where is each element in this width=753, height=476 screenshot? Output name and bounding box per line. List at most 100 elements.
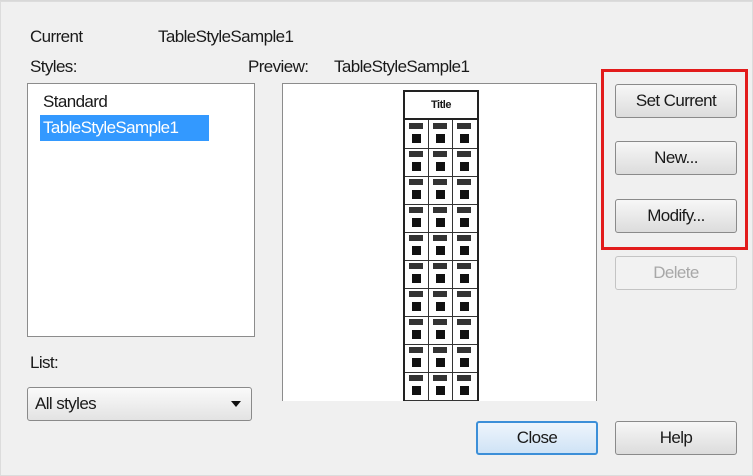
delete-button[interactable]: Delete	[615, 256, 737, 290]
preview-cell-data-mark	[436, 190, 445, 199]
preview-table-cell	[405, 260, 429, 288]
preview-table-cell	[429, 344, 453, 372]
preview-cell-header-mark	[457, 123, 471, 129]
preview-cell-data-mark	[436, 218, 445, 227]
styles-label: Styles:	[30, 57, 77, 76]
preview-cell-data-mark	[412, 190, 421, 199]
preview-table-row	[405, 204, 477, 233]
preview-cell-header-mark	[457, 151, 471, 157]
preview-cell-data-mark	[436, 330, 445, 339]
new-button[interactable]: New...	[615, 141, 737, 175]
preview-table-cell	[453, 176, 477, 204]
preview-cell-data-mark	[436, 302, 445, 311]
preview-cell-data-mark	[460, 302, 469, 311]
preview-cell-header-mark	[457, 179, 471, 185]
set-current-button[interactable]: Set Current	[615, 84, 737, 118]
preview-table-cell	[405, 288, 429, 316]
help-button[interactable]: Help	[615, 421, 737, 455]
preview-cell-data-mark	[460, 386, 469, 395]
preview-cell-data-mark	[436, 358, 445, 367]
preview-cell-header-mark	[409, 235, 423, 241]
preview-cell-data-mark	[412, 218, 421, 227]
style-item-standard[interactable]: Standard	[40, 89, 110, 115]
preview-cell-header-mark	[409, 151, 423, 157]
preview-cell-header-mark	[433, 151, 447, 157]
preview-cell-data-mark	[460, 274, 469, 283]
preview-table-cell	[453, 148, 477, 176]
preview-table-cell	[405, 176, 429, 204]
preview-cell-data-mark	[436, 134, 445, 143]
preview-table-row	[405, 148, 477, 177]
preview-cell-data-mark	[436, 246, 445, 255]
preview-table-cell	[453, 316, 477, 344]
modify-button[interactable]: Modify...	[615, 199, 737, 233]
preview-style-name: TableStyleSample1	[334, 57, 470, 76]
preview-cell-data-mark	[460, 218, 469, 227]
list-filter-dropdown[interactable]: All styles	[27, 387, 252, 421]
preview-table-cell	[453, 204, 477, 232]
preview-cell-header-mark	[409, 123, 423, 129]
preview-cell-header-mark	[409, 291, 423, 297]
preview-table-row	[405, 288, 477, 317]
preview-table-cell	[405, 316, 429, 344]
preview-cell-data-mark	[412, 274, 421, 283]
preview-table-cell	[405, 148, 429, 176]
preview-cell-data-mark	[436, 274, 445, 283]
style-item-tablestylesample1[interactable]: TableStyleSample1	[40, 115, 209, 141]
preview-table-cell	[429, 204, 453, 232]
preview-table: Title	[403, 90, 479, 401]
preview-table-row	[405, 344, 477, 373]
preview-cell-header-mark	[457, 235, 471, 241]
current-style-value: TableStyleSample1	[158, 27, 294, 46]
preview-cell-header-mark	[457, 347, 471, 353]
preview-cell-header-mark	[433, 375, 447, 381]
preview-table-title: Title	[405, 92, 477, 120]
preview-cell-data-mark	[412, 302, 421, 311]
preview-cell-header-mark	[457, 291, 471, 297]
styles-listbox[interactable]: Standard TableStyleSample1	[27, 83, 255, 337]
preview-table-cell	[429, 288, 453, 316]
chevron-down-icon	[231, 401, 241, 407]
preview-table-cell	[429, 316, 453, 344]
preview-cell-data-mark	[460, 330, 469, 339]
preview-cell-data-mark	[412, 386, 421, 395]
preview-cell-header-mark	[457, 263, 471, 269]
preview-cell-header-mark	[409, 263, 423, 269]
list-filter-value: All styles	[35, 394, 97, 413]
preview-table-cell	[453, 400, 477, 401]
preview-cell-header-mark	[433, 319, 447, 325]
preview-table-cell	[429, 120, 453, 148]
preview-table-cell	[405, 204, 429, 232]
table-style-preview: Title	[282, 83, 597, 401]
preview-cell-header-mark	[433, 347, 447, 353]
preview-table-row	[405, 260, 477, 289]
preview-table-cell	[453, 232, 477, 260]
preview-cell-data-mark	[412, 134, 421, 143]
preview-table-cell	[429, 232, 453, 260]
preview-cell-header-mark	[409, 347, 423, 353]
preview-cell-data-mark	[460, 358, 469, 367]
preview-cell-header-mark	[433, 123, 447, 129]
preview-cell-data-mark	[460, 162, 469, 171]
preview-table-cell	[453, 288, 477, 316]
preview-cell-data-mark	[412, 358, 421, 367]
preview-table-cell	[405, 400, 429, 401]
preview-cell-header-mark	[409, 179, 423, 185]
preview-table-cell	[453, 120, 477, 148]
preview-table-row	[405, 120, 477, 149]
preview-cell-header-mark	[409, 319, 423, 325]
table-style-dialog: Current TableStyleSample1 Styles: Previe…	[0, 0, 753, 476]
preview-table-cell	[429, 400, 453, 401]
preview-cell-header-mark	[433, 235, 447, 241]
preview-table-cell	[405, 120, 429, 148]
preview-cell-header-mark	[433, 291, 447, 297]
preview-table-cell	[405, 372, 429, 400]
preview-cell-data-mark	[412, 330, 421, 339]
close-button[interactable]: Close	[476, 421, 598, 455]
preview-table-row	[405, 316, 477, 345]
preview-label: Preview:	[248, 57, 309, 76]
preview-cell-header-mark	[433, 207, 447, 213]
preview-table-row	[405, 372, 477, 401]
preview-table-cell	[453, 260, 477, 288]
preview-cell-data-mark	[460, 134, 469, 143]
